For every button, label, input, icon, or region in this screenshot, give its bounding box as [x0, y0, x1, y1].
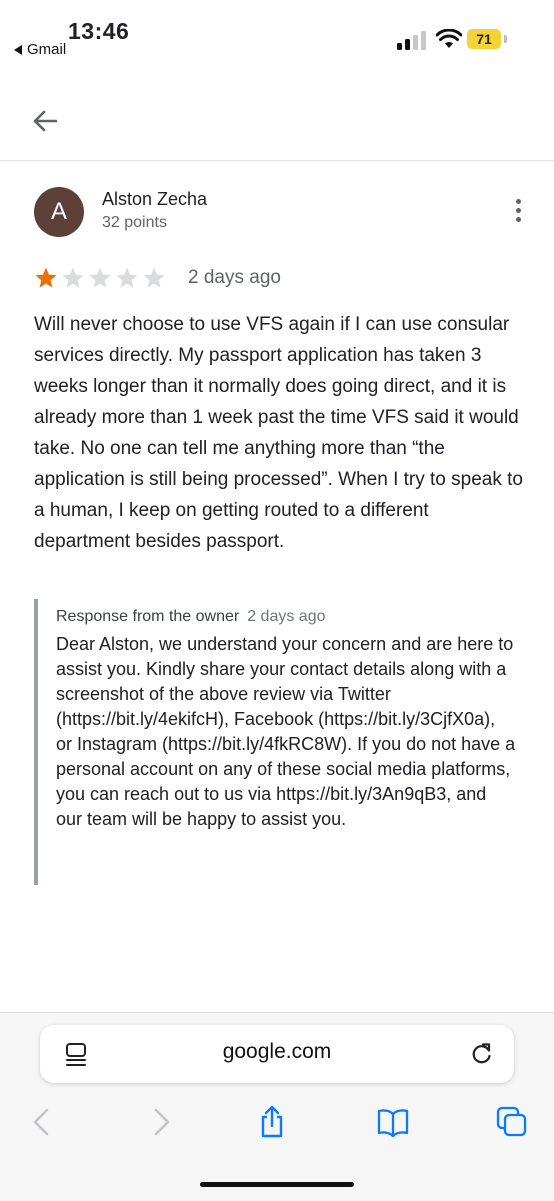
chevron-right-icon[interactable]: [145, 1105, 177, 1139]
star-icon: [35, 267, 57, 288]
back-triangle-icon: [14, 44, 22, 55]
url-text[interactable]: google.com: [40, 1040, 514, 1064]
response-quote-bar: [34, 599, 38, 885]
response-header: Response from the owner 2 days ago: [56, 608, 325, 626]
more-vert-icon[interactable]: [511, 199, 525, 229]
star-icon: [89, 267, 111, 288]
response-label: Response from the owner: [56, 608, 240, 625]
battery-indicator: 71: [467, 29, 507, 49]
star-icon: [116, 267, 138, 288]
star-icon: [143, 267, 165, 288]
status-time: 13:46: [68, 18, 130, 44]
review-date: 2 days ago: [188, 267, 281, 288]
reviewer-points: 32 points: [102, 214, 167, 231]
reload-icon[interactable]: [469, 1041, 494, 1066]
back-arrow-icon[interactable]: [30, 106, 60, 136]
back-to-app[interactable]: Gmail: [14, 41, 66, 58]
header-divider: [0, 160, 554, 161]
bookmarks-icon[interactable]: [377, 1105, 409, 1139]
star-icon: [62, 267, 84, 288]
battery-nub: [504, 35, 507, 43]
share-icon[interactable]: [256, 1105, 288, 1139]
reviewer-name[interactable]: Alston Zecha: [102, 189, 207, 210]
back-app-label: Gmail: [27, 41, 67, 58]
chevron-left-icon[interactable]: [26, 1105, 58, 1139]
signal-icon: [397, 31, 426, 50]
battery-level: 71: [467, 29, 501, 49]
response-text: Dear Alston, we understand your concern …: [56, 634, 516, 829]
star-rating: [34, 266, 166, 290]
review-text: Will never choose to use VFS again if I …: [34, 314, 523, 552]
tabs-icon[interactable]: [496, 1105, 528, 1139]
home-indicator: [200, 1182, 354, 1187]
avatar[interactable]: A: [34, 187, 84, 237]
response-date: 2 days ago: [247, 608, 326, 625]
wifi-icon: [436, 29, 462, 48]
